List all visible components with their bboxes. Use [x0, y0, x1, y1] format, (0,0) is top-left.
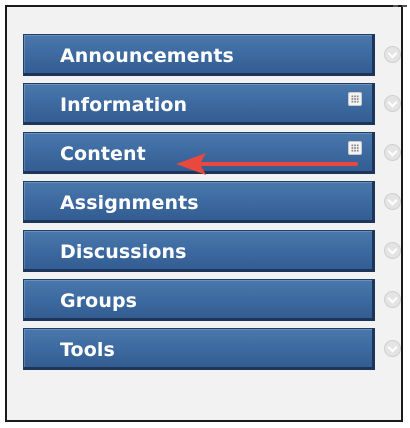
- menu-item-label: Discussions: [60, 241, 187, 263]
- menu-item-label: Content: [60, 143, 146, 165]
- menu-item-label: Announcements: [60, 45, 234, 67]
- menu-row-tools: Tools: [23, 328, 403, 370]
- menu-item-content[interactable]: Content: [23, 132, 375, 174]
- menu-item-label: Tools: [60, 339, 115, 361]
- menu-item-discussions[interactable]: Discussions: [23, 230, 375, 272]
- menu-item-label: Information: [60, 94, 188, 116]
- resize-handle-icon[interactable]: [393, 5, 407, 9]
- chevron-down-circle-icon[interactable]: [384, 95, 401, 112]
- menu-row-content: Content: [23, 132, 403, 174]
- menu-item-assignments[interactable]: Assignments: [23, 181, 375, 223]
- menu-item-groups[interactable]: Groups: [23, 279, 375, 321]
- menu-item-tools[interactable]: Tools: [23, 328, 375, 370]
- menu-row-assignments: Assignments: [23, 181, 403, 223]
- chevron-down-circle-icon[interactable]: [384, 46, 401, 63]
- chevron-down-circle-icon[interactable]: [384, 291, 401, 308]
- chevron-down-circle-icon[interactable]: [384, 340, 401, 357]
- course-menu-list: Announcements Information Content Assign…: [23, 34, 403, 377]
- grid-icon: [348, 141, 362, 155]
- menu-row-discussions: Discussions: [23, 230, 403, 272]
- course-menu-panel: Announcements Information Content Assign…: [5, 5, 407, 422]
- menu-item-announcements[interactable]: Announcements: [23, 34, 375, 76]
- chevron-down-circle-icon[interactable]: [384, 144, 401, 161]
- chevron-down-circle-icon[interactable]: [384, 193, 401, 210]
- menu-row-information: Information: [23, 83, 403, 125]
- menu-item-label: Assignments: [60, 192, 199, 214]
- menu-item-information[interactable]: Information: [23, 83, 375, 125]
- menu-item-label: Groups: [60, 290, 138, 312]
- grid-icon: [348, 92, 362, 106]
- menu-row-groups: Groups: [23, 279, 403, 321]
- menu-row-announcements: Announcements: [23, 34, 403, 76]
- chevron-down-circle-icon[interactable]: [384, 242, 401, 259]
